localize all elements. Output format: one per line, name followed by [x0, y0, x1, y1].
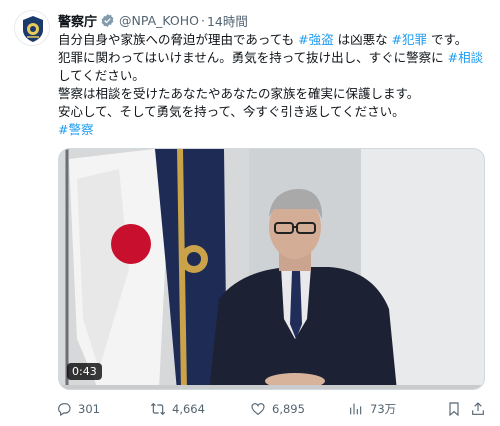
reply-button[interactable]: 301: [56, 401, 100, 417]
views-button[interactable]: 73万: [348, 401, 396, 417]
like-count: 6,895: [272, 402, 305, 416]
tweet-line-3: してください。: [58, 68, 145, 83]
text-segment: です。: [427, 32, 468, 47]
hashtag-link[interactable]: #相談: [448, 50, 483, 65]
tweet-text: 自分自身や家族への脅迫が理由であっても #強盗 は凶悪な #犯罪 です。 犯罪に…: [58, 31, 488, 139]
hashtag-link[interactable]: #警察: [58, 122, 93, 137]
share-button[interactable]: [470, 401, 492, 417]
views-count: 73万: [370, 402, 397, 416]
text-segment: 犯罪に関わってはいけません。勇気を持って抜け出し、すぐに警察に: [58, 50, 448, 65]
tweet-line-5: 安心して、そして勇気を持って、今すぐ引き返してください。: [58, 104, 405, 119]
reply-icon: [58, 403, 71, 417]
police-emblem-logo: [15, 11, 49, 45]
tweet-line-1: 自分自身や家族への脅迫が理由であっても #強盗 は凶悪な #犯罪 です。: [58, 31, 488, 49]
verified-badge-icon: [100, 13, 115, 28]
text-segment: 自分自身や家族への脅迫が理由であっても: [58, 32, 299, 47]
repost-count: 4,664: [172, 402, 205, 416]
tweet-card: 警察庁 @NPA_KOHO · 14時間 自分自身や家族への脅迫が理由であっても…: [0, 0, 500, 426]
post-time[interactable]: 14時間: [207, 11, 248, 30]
dot-separator: ·: [201, 12, 205, 28]
views-icon: [350, 403, 362, 415]
bookmark-button[interactable]: [446, 401, 468, 417]
video-player[interactable]: 0:43: [58, 148, 485, 390]
hashtag-link[interactable]: #犯罪: [392, 32, 427, 47]
repost-button[interactable]: 4,664: [150, 401, 205, 417]
account-handle[interactable]: @NPA_KOHO: [119, 13, 199, 28]
avatar[interactable]: [14, 10, 50, 46]
share-icon: [472, 402, 484, 415]
account-name[interactable]: 警察庁: [58, 11, 97, 30]
video-duration: 0:43: [67, 363, 102, 380]
text-segment: は凶悪な: [333, 32, 392, 47]
reply-count: 301: [78, 402, 100, 416]
repost-icon: [150, 402, 166, 416]
video-frame-image: [59, 149, 484, 389]
tweet-line-6: #警察: [58, 121, 488, 139]
tweet-line-2: 犯罪に関わってはいけません。勇気を持って抜け出し、すぐに警察に #相談: [58, 49, 488, 67]
tweet-header: 警察庁 @NPA_KOHO · 14時間: [58, 10, 248, 30]
like-icon: [251, 403, 265, 416]
hashtag-link[interactable]: #強盗: [298, 32, 333, 47]
action-bar: 301 4,664 6,895 73万: [56, 398, 488, 420]
like-button[interactable]: 6,895: [250, 401, 305, 417]
tweet-line-4: 警察は相談を受けたあなたやあなたの家族を確実に保護します。: [58, 86, 420, 101]
bookmark-icon: [449, 402, 459, 417]
